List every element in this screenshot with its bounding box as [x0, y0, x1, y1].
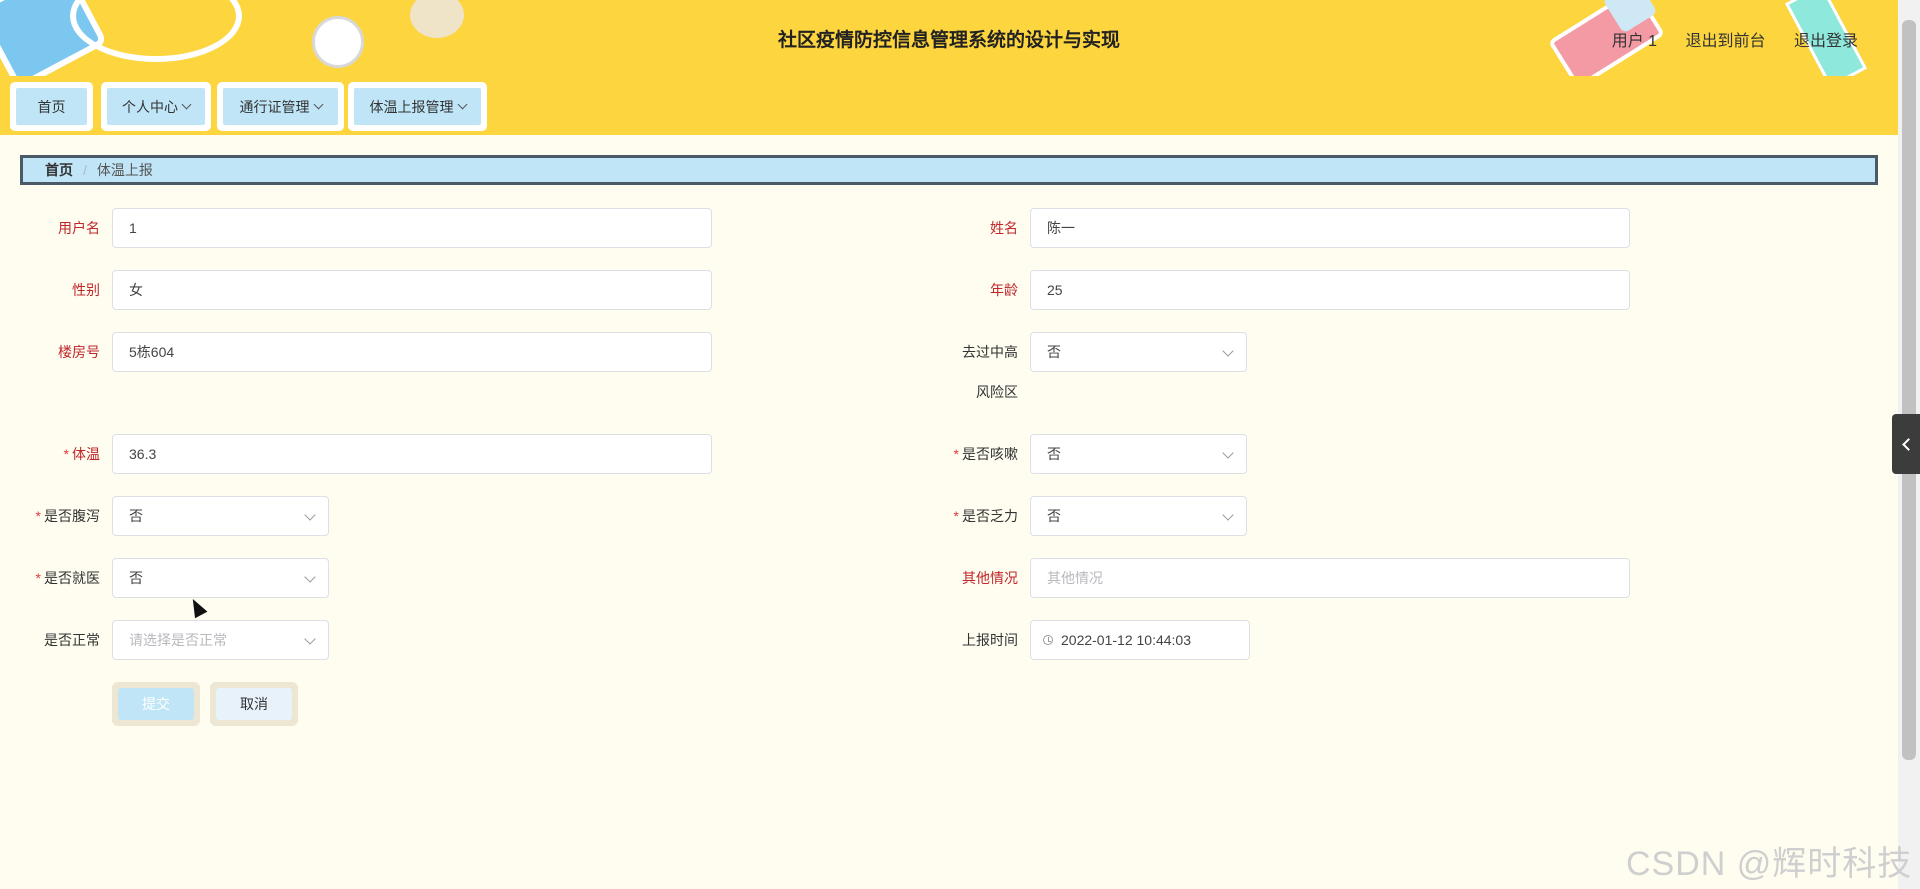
- name-input[interactable]: 陈一: [1030, 208, 1630, 248]
- fatigue-label-text: 是否乏力: [962, 508, 1018, 524]
- menu-item-label: 体温上报管理: [369, 98, 454, 115]
- medical-value: 否: [129, 570, 143, 586]
- username-label: 用户名: [58, 220, 100, 236]
- cough-label-text: 是否咳嗽: [962, 446, 1018, 462]
- breadcrumb-home[interactable]: 首页: [45, 160, 73, 180]
- risk-area-label: 去过中高: [962, 344, 1018, 360]
- temperature-input[interactable]: 36.3: [112, 434, 712, 474]
- chevron-down-icon: [1222, 509, 1234, 521]
- age-input[interactable]: 25: [1030, 270, 1630, 310]
- chevron-left-icon: [1902, 438, 1915, 451]
- cough-value: 否: [1047, 446, 1061, 462]
- diarrhea-value: 否: [129, 508, 143, 524]
- risk-area-label-line2: 风险区: [976, 384, 1018, 400]
- logout-link[interactable]: 退出登录: [1794, 33, 1858, 50]
- cancel-button-wrap: 取消: [210, 682, 298, 726]
- submit-button[interactable]: 提交: [118, 688, 194, 720]
- side-panel-toggle[interactable]: [1892, 414, 1920, 474]
- watermark: CSDN @辉时科技: [1626, 845, 1913, 883]
- normal-select[interactable]: 请选择是否正常: [112, 620, 329, 660]
- mouse-cursor-icon: [186, 595, 208, 619]
- temperature-label-text: 体温: [72, 446, 100, 462]
- required-mark: *: [35, 508, 41, 524]
- building-input[interactable]: 5栋604: [112, 332, 712, 372]
- menu-item-label: 通行证管理: [239, 98, 310, 115]
- header-links: 用户 1 退出到前台 退出登录: [1588, 27, 1858, 51]
- required-mark: *: [63, 446, 69, 462]
- cancel-button[interactable]: 取消: [216, 688, 292, 720]
- menu-item-label: 个人中心: [122, 98, 178, 115]
- report-time-picker[interactable]: 2022-01-12 10:44:03: [1030, 620, 1250, 660]
- other-input[interactable]: 其他情况: [1030, 558, 1630, 598]
- top-menu: 首页 个人中心 通行证管理 体温上报管理: [0, 76, 1898, 135]
- required-mark: *: [953, 446, 959, 462]
- header: 社区疫情防控信息管理系统的设计与实现 用户 1 退出到前台 退出登录: [0, 0, 1898, 78]
- fatigue-select[interactable]: 否: [1030, 496, 1247, 536]
- menu-item-label: 首页: [37, 98, 66, 115]
- required-mark: *: [35, 570, 41, 586]
- username-input[interactable]: 1: [112, 208, 712, 248]
- breadcrumb-current: 体温上报: [96, 162, 153, 178]
- other-label: 其他情况: [962, 570, 1018, 586]
- back-to-front-link[interactable]: 退出到前台: [1686, 33, 1766, 50]
- fatigue-value: 否: [1047, 508, 1061, 524]
- chevron-down-icon: [181, 99, 192, 110]
- cough-label: * 是否咳嗽: [898, 445, 1018, 463]
- scrollbar-thumb[interactable]: [1902, 20, 1916, 760]
- temperature-label: * 体温: [0, 445, 100, 463]
- breadcrumb-separator: /: [83, 162, 87, 178]
- normal-placeholder: 请选择是否正常: [129, 632, 227, 648]
- current-user-label[interactable]: 用户 1: [1612, 33, 1657, 50]
- chevron-down-icon: [304, 633, 316, 645]
- medical-label-text: 是否就医: [44, 570, 100, 586]
- chevron-down-icon: [1222, 447, 1234, 459]
- medical-select[interactable]: 否: [112, 558, 329, 598]
- breadcrumb: 首页 / 体温上报: [20, 155, 1878, 185]
- chevron-down-icon: [304, 509, 316, 521]
- name-label: 姓名: [990, 220, 1018, 236]
- gender-input[interactable]: 女: [112, 270, 712, 310]
- medical-label: * 是否就医: [0, 569, 100, 587]
- report-time-label: 上报时间: [962, 632, 1018, 648]
- risk-area-select[interactable]: 否: [1030, 332, 1247, 372]
- chevron-down-icon: [1222, 345, 1234, 357]
- required-mark: *: [953, 508, 959, 524]
- age-label: 年龄: [990, 282, 1018, 298]
- submit-button-wrap: 提交: [112, 682, 200, 726]
- gender-label: 性别: [72, 282, 100, 298]
- menu-item-personal-center[interactable]: 个人中心: [101, 82, 211, 131]
- report-time-value: 2022-01-12 10:44:03: [1061, 632, 1191, 648]
- menu-item-pass-management[interactable]: 通行证管理: [217, 82, 344, 131]
- fatigue-label: * 是否乏力: [898, 507, 1018, 525]
- clock-icon: [1043, 635, 1053, 645]
- building-label: 楼房号: [58, 344, 100, 360]
- normal-label: 是否正常: [44, 632, 100, 648]
- risk-area-value: 否: [1047, 344, 1061, 360]
- menu-item-temperature-management[interactable]: 体温上报管理: [348, 82, 487, 131]
- menu-item-home[interactable]: 首页: [10, 82, 93, 131]
- chevron-down-icon: [313, 99, 323, 110]
- diarrhea-select[interactable]: 否: [112, 496, 329, 536]
- diarrhea-label-text: 是否腹泻: [44, 508, 100, 524]
- chevron-down-icon: [457, 99, 467, 110]
- cough-select[interactable]: 否: [1030, 434, 1247, 474]
- chevron-down-icon: [304, 571, 316, 583]
- diarrhea-label: * 是否腹泻: [0, 507, 100, 525]
